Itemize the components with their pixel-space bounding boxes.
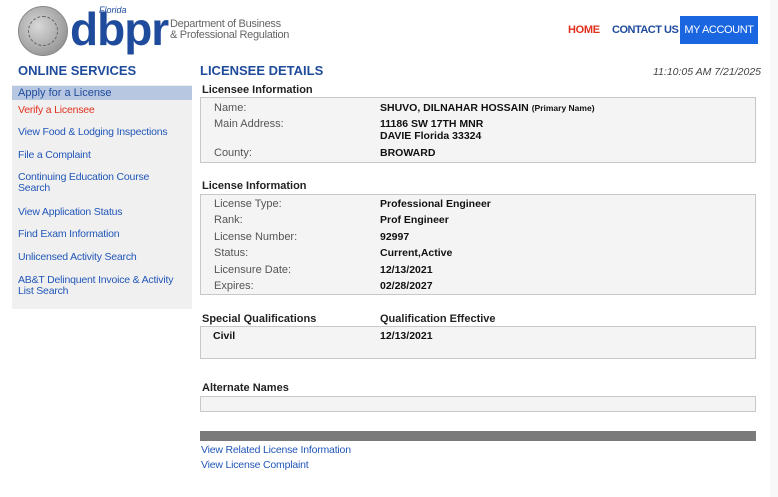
nav-contact-link[interactable]: CONTACT US (612, 24, 679, 36)
license-type-value: Professional Engineer (380, 198, 491, 210)
address-value: 11186 SW 17TH MNR DAVIE Florida 33324 (380, 118, 484, 142)
licensure-date-value: 12/13/2021 (380, 264, 433, 276)
page-scrollbar[interactable] (770, 0, 778, 497)
sidebar-item-unlicensed-activity[interactable]: Unlicensed Activity Search (18, 252, 188, 263)
view-related-license-link[interactable]: View Related License Information (201, 444, 351, 456)
address-label: Main Address: (214, 118, 284, 130)
qualification-value: Civil (213, 330, 236, 342)
status-value: Current,Active (380, 247, 453, 259)
sidebar-item-food-lodging[interactable]: View Food & Lodging Inspections (18, 127, 188, 138)
licensure-date-label: Licensure Date: (214, 264, 292, 276)
qualification-effective-value: 12/13/2021 (380, 330, 433, 342)
expires-value: 02/28/2027 (380, 280, 433, 292)
sidebar-item-ce-course-search[interactable]: Continuing Education Course Search (18, 172, 188, 194)
nav-home-link[interactable]: HOME (568, 24, 600, 36)
sidebar-item-application-status[interactable]: View Application Status (18, 207, 188, 218)
sidebar-item-verify-licensee[interactable]: Verify a Licensee (18, 105, 188, 116)
sidebar-item-file-complaint[interactable]: File a Complaint (18, 150, 188, 161)
timestamp: 11:10:05 AM 7/21/2025 (653, 66, 761, 78)
license-type-label: License Type: (214, 198, 282, 210)
logo-state-label: Florida (99, 5, 127, 15)
section-divider-bar (200, 431, 756, 441)
page-title: LICENSEE DETAILS (200, 63, 324, 78)
county-label: County: (214, 147, 252, 159)
view-license-complaint-link[interactable]: View License Complaint (201, 459, 309, 471)
rank-value: Prof Engineer (380, 214, 449, 226)
sidebar-apply-license[interactable]: Apply for a License (12, 86, 192, 100)
special-qualifications-heading: Special Qualifications (202, 313, 317, 325)
name-label: Name: (214, 102, 247, 114)
license-number-value: 92997 (380, 231, 410, 243)
alternate-names-box (200, 396, 756, 412)
special-qualifications-box (200, 326, 756, 359)
sidebar-item-exam-information[interactable]: Find Exam Information (18, 229, 188, 240)
alternate-names-heading: Alternate Names (202, 382, 289, 394)
status-label: Status: (214, 247, 249, 259)
online-services-title: ONLINE SERVICES (18, 63, 137, 78)
licensee-info-heading: Licensee Information (202, 84, 313, 96)
county-value: BROWARD (380, 147, 436, 159)
qualification-effective-heading: Qualification Effective (380, 313, 496, 325)
expires-label: Expires: (214, 280, 254, 292)
rank-label: Rank: (214, 214, 243, 226)
florida-seal-icon (18, 6, 68, 56)
license-number-label: License Number: (214, 231, 298, 243)
my-account-button[interactable]: MY ACCOUNT (680, 16, 758, 44)
name-value: SHUVO, DILNAHAR HOSSAIN (Primary Name) (380, 102, 595, 114)
license-info-heading: License Information (202, 180, 307, 192)
sidebar-item-abt-invoice-search[interactable]: AB&T Delinquent Invoice & Activity List … (18, 275, 188, 297)
department-name: Department of Business & Professional Re… (170, 18, 290, 41)
